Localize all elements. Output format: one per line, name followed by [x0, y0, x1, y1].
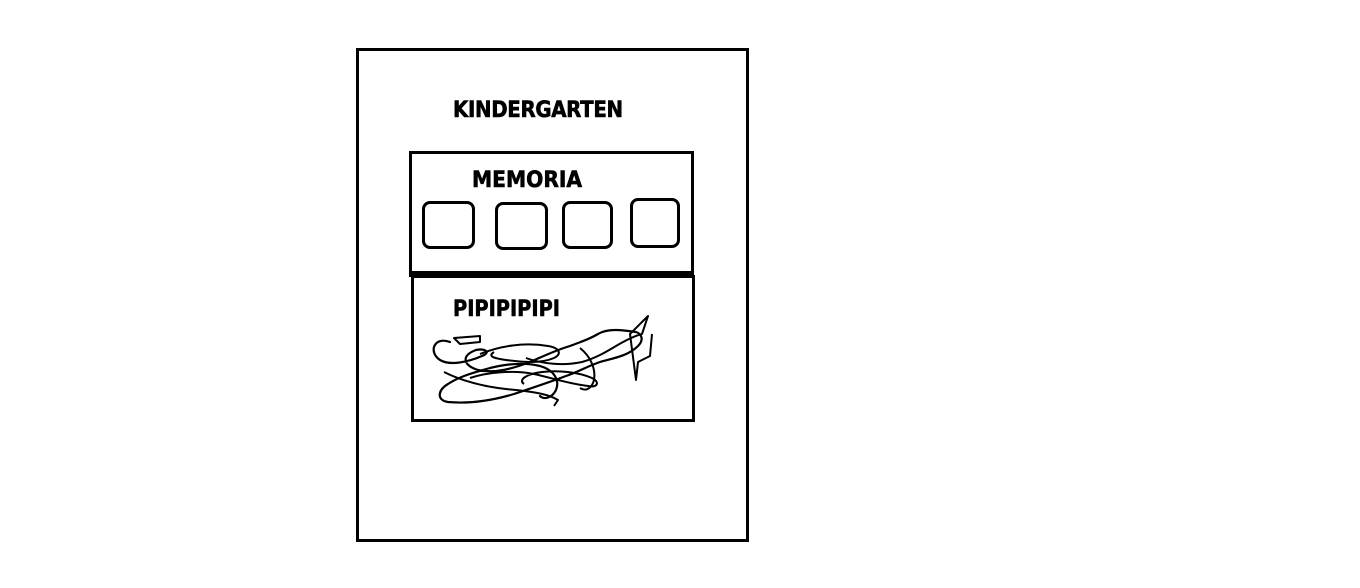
scribble-drawing	[432, 315, 653, 407]
memory-slot-3[interactable]	[562, 201, 613, 249]
memory-slot-2[interactable]	[495, 202, 548, 250]
memory-title: MEMORIA	[472, 168, 583, 194]
memory-slot-1[interactable]	[422, 201, 475, 249]
memory-slot-4[interactable]	[630, 198, 680, 248]
page-title: KINDERGARTEN	[453, 98, 624, 124]
